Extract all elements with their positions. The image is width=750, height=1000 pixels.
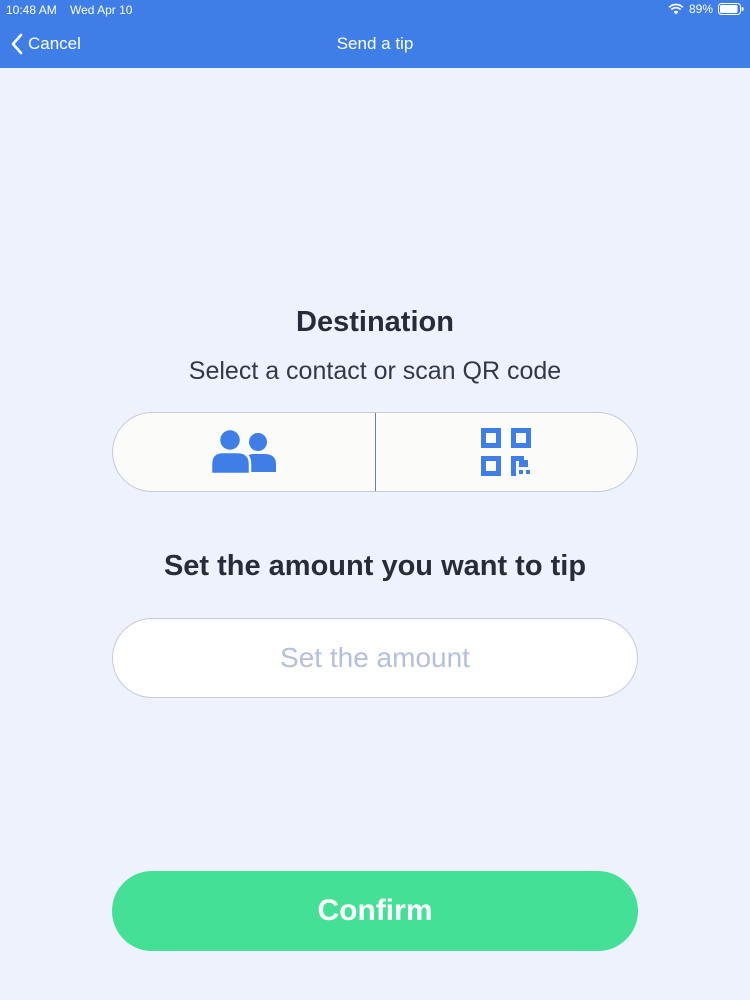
qr-code-icon [481,428,532,476]
status-bar: 10:48 AM Wed Apr 10 89% [0,0,750,20]
battery-icon [718,3,744,15]
status-indicators: 89% [668,2,744,16]
status-time: 10:48 AM [6,3,57,17]
battery-percent: 89% [688,2,713,16]
amount-title: Set the amount you want to tip [163,550,587,582]
confirm-button[interactable]: Confirm [112,871,638,951]
page-title: Send a tip [336,34,414,53]
contacts-icon [209,428,276,476]
wifi-icon [668,3,684,15]
select-contact-button[interactable] [113,413,375,491]
navigation-bar: Cancel Send a tip [0,22,750,66]
top-header: 10:48 AM Wed Apr 10 89% Cancel Send a ti… [0,0,750,68]
destination-title: Destination [296,306,454,338]
status-date: Wed Apr 10 [70,3,133,17]
amount-input[interactable] [112,618,638,698]
scan-qr-button[interactable] [376,413,638,491]
destination-subtitle: Select a contact or scan QR code [188,357,562,385]
destination-selector [112,412,638,492]
